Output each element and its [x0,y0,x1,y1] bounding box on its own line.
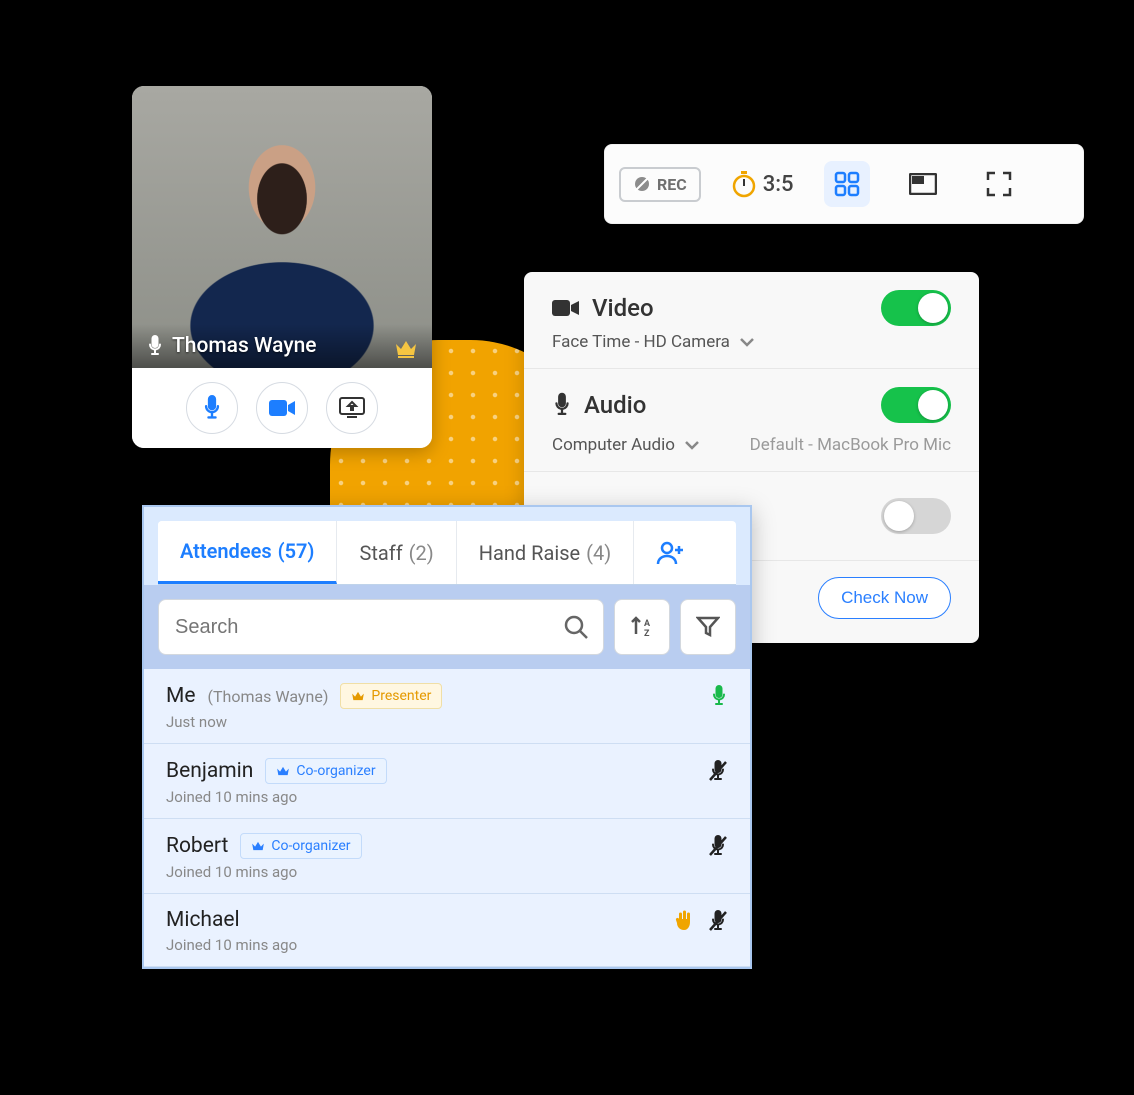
tab-count: (4) [586,541,611,565]
pip-button[interactable] [900,161,946,207]
hand-raised-icon [674,910,694,932]
grid-view-button[interactable] [824,161,870,207]
chevron-down-icon [740,337,754,347]
coorganizer-badge: Co-organizer [240,833,361,859]
tab-count: (57) [278,539,315,563]
camera-button[interactable] [256,382,308,434]
search-input[interactable] [173,615,563,640]
record-label: REC [657,175,687,194]
svg-text:Z: Z [644,629,650,639]
presenter-badge: Presenter [340,683,442,709]
badge-label: Presenter [371,688,431,704]
tab-count: (2) [409,541,434,565]
video-controls [132,368,432,448]
tab-staff[interactable]: Staff (2) [337,521,456,584]
check-now-button[interactable]: Check Now [818,577,951,619]
mic-button[interactable] [186,382,238,434]
attendee-meta: Joined 10 mins ago [166,788,728,806]
crown-icon [276,765,290,777]
tab-label: Staff [359,541,402,565]
mic-on-icon [710,685,728,707]
fullscreen-button[interactable] [976,161,1022,207]
video-toggle[interactable] [881,290,951,326]
mic-muted-icon [708,835,728,857]
stopwatch-icon [731,170,757,198]
video-name-bar: Thomas Wayne [132,324,432,368]
chevron-down-icon [685,440,699,450]
attendee-meta: Joined 10 mins ago [166,936,728,954]
record-button[interactable]: REC [619,167,701,202]
tab-hand-raise[interactable]: Hand Raise (4) [457,521,635,584]
participant-video: Thomas Wayne [132,86,432,368]
add-person-icon [656,540,686,566]
audio-label: Audio [584,391,646,419]
attendee-row[interactable]: Me (Thomas Wayne) Presenter Just now [144,669,750,744]
mic-muted-icon [708,910,728,932]
pip-icon [909,173,937,195]
crown-icon [251,840,265,852]
video-device-name: Face Time - HD Camera [552,332,730,352]
record-icon [633,175,651,193]
fullscreen-icon [986,171,1012,197]
video-device-dropdown[interactable]: Face Time - HD Camera [552,332,951,352]
filter-icon [696,615,720,639]
attendee-meta: Just now [166,713,728,731]
video-tile: Thomas Wayne [132,86,432,448]
attendee-search-row: AZ [144,585,750,669]
meeting-toolbar: REC 3:5 [604,144,1084,224]
attendee-subname: (Thomas Wayne) [207,687,328,706]
svg-text:A: A [644,619,651,629]
attendee-name: Robert [166,834,228,858]
attendee-name: Michael [166,908,240,932]
screenshare-button[interactable] [326,382,378,434]
badge-label: Co-organizer [296,763,375,779]
audio-toggle[interactable] [881,387,951,423]
timer-value: 3:5 [763,172,794,197]
video-settings-section: Video Face Time - HD Camera [524,272,979,369]
attendee-row[interactable]: Michael Joined 10 mins ago [144,894,750,967]
extra-toggle[interactable] [881,498,951,534]
audio-device-name: Computer Audio [552,435,675,455]
attendee-name: Me [166,684,195,708]
tab-label: Attendees [180,539,272,563]
badge-label: Co-organizer [271,838,350,854]
tab-label: Hand Raise [479,541,580,565]
attendee-row[interactable]: Benjamin Co-organizer Joined 10 mins ago [144,744,750,819]
audio-settings-section: Audio Computer Audio Default - MacBook P… [524,369,979,472]
attendee-row[interactable]: Robert Co-organizer Joined 10 mins ago [144,819,750,894]
sort-button[interactable]: AZ [614,599,670,655]
coorganizer-badge: Co-organizer [265,758,386,784]
microphone-icon [146,335,164,357]
default-audio-device: Default - MacBook Pro Mic [750,435,951,455]
search-input-wrapper [158,599,604,655]
mic-muted-icon [708,760,728,782]
video-label: Video [592,294,654,322]
search-icon [563,614,589,640]
audio-device-dropdown[interactable]: Computer Audio [552,435,699,455]
sort-az-icon: AZ [629,614,655,640]
tab-attendees[interactable]: Attendees (57) [158,521,337,584]
filter-button[interactable] [680,599,736,655]
attendees-panel: Attendees (57) Staff (2) Hand Raise (4) … [142,505,752,969]
grid-icon [834,171,860,197]
add-attendee-button[interactable] [634,521,708,584]
attendee-meta: Joined 10 mins ago [166,863,728,881]
timer: 3:5 [731,170,794,198]
attendee-tabs: Attendees (57) Staff (2) Hand Raise (4) [158,521,736,585]
camera-icon [552,298,580,318]
crown-icon [351,690,365,702]
crown-icon [394,338,418,358]
attendee-list: Me (Thomas Wayne) Presenter Just now Ben… [144,669,750,967]
participant-name: Thomas Wayne [172,334,317,358]
attendee-name: Benjamin [166,759,253,783]
microphone-icon [552,392,572,418]
